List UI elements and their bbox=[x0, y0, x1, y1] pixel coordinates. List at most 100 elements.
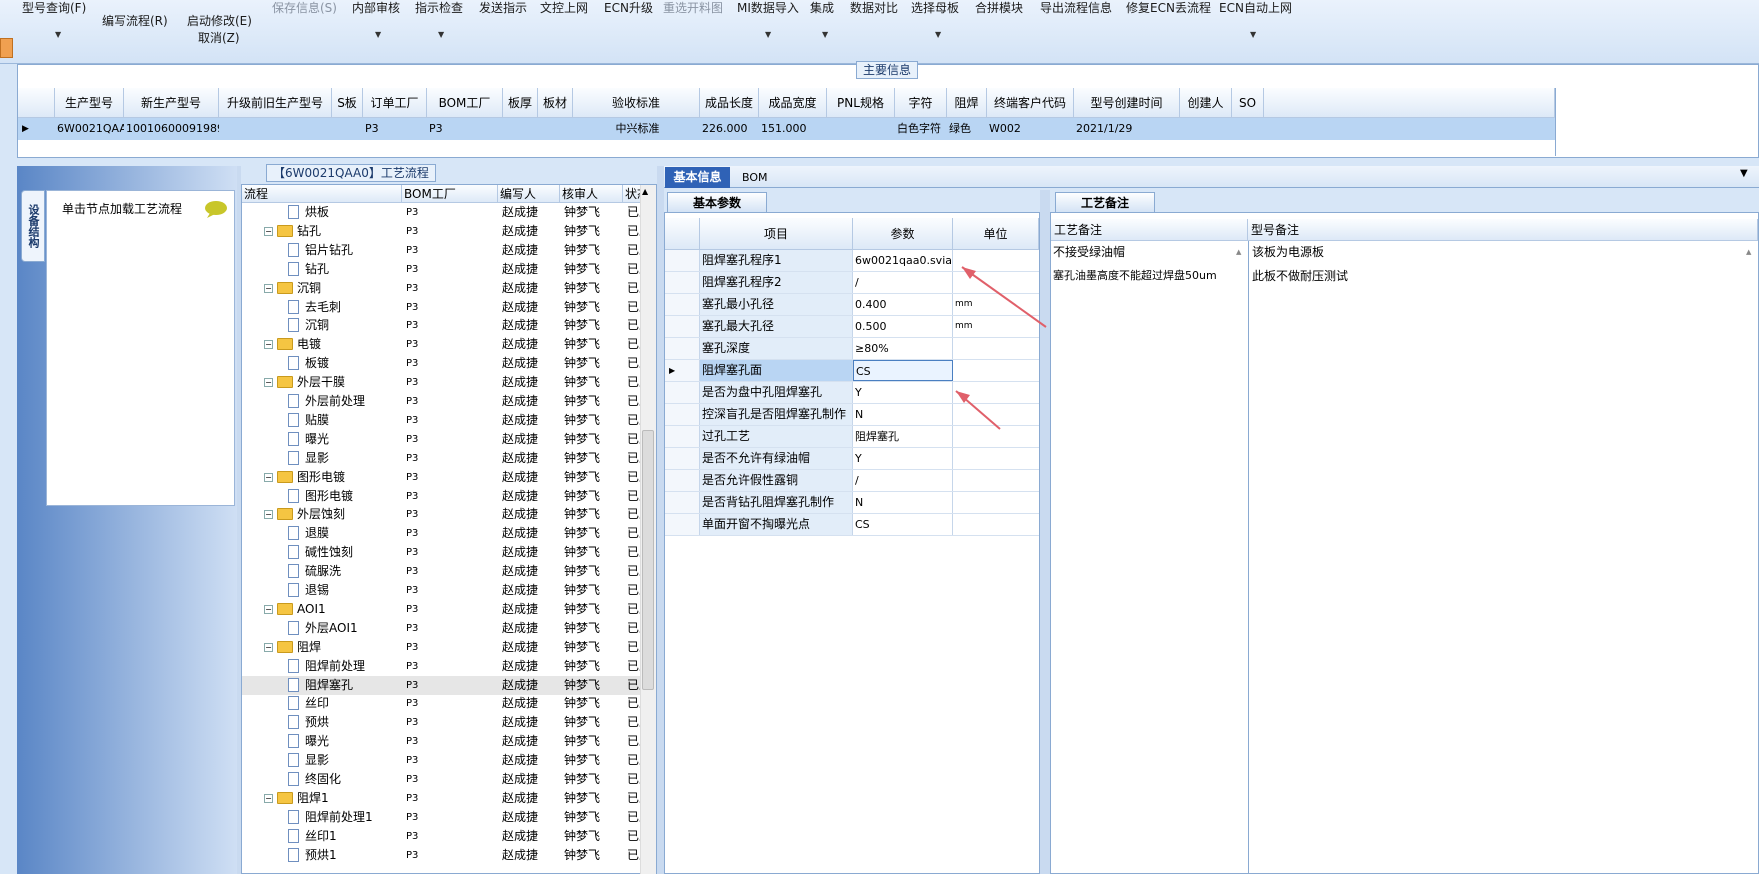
tree-row[interactable]: 丝印P3赵成捷钟梦飞已上网 bbox=[242, 694, 656, 713]
row-selector[interactable] bbox=[665, 316, 700, 337]
tree-row[interactable]: 沉铜P3赵成捷钟梦飞已上网 bbox=[242, 316, 656, 335]
dropdown-arrow-icon[interactable]: ▼ bbox=[765, 30, 771, 39]
tree-row[interactable]: −钻孔P3赵成捷钟梦飞已上网 bbox=[242, 222, 656, 241]
toolbar-button[interactable]: 取消(Z) bbox=[198, 30, 240, 46]
collapse-icon[interactable]: − bbox=[264, 283, 273, 293]
param-row[interactable]: 单面开窗不掏曝光点 CS bbox=[665, 514, 1039, 536]
param-row[interactable]: 是否背钻孔阻焊塞孔制作 N bbox=[665, 492, 1039, 514]
toolbar-button[interactable]: 型号查询(F) bbox=[22, 0, 86, 16]
column-header[interactable]: 板材 bbox=[538, 88, 573, 118]
toolbar-button[interactable]: 编写流程(R) bbox=[102, 13, 168, 29]
tree-row[interactable]: 显影P3赵成捷钟梦飞已上网 bbox=[242, 751, 656, 770]
tree-row[interactable]: 贴膜P3赵成捷钟梦飞已上网 bbox=[242, 411, 656, 430]
tree-row[interactable]: 铝片钻孔P3赵成捷钟梦飞已上网 bbox=[242, 241, 656, 260]
collapse-icon[interactable]: − bbox=[264, 604, 273, 614]
equipment-structure-tab[interactable]: 设备结构 bbox=[21, 190, 45, 262]
cell[interactable]: 10010600091989 bbox=[126, 118, 219, 140]
tree-row[interactable]: −外层蚀刻P3赵成捷钟梦飞已上网 bbox=[242, 505, 656, 524]
cell[interactable]: W002 bbox=[989, 118, 1074, 140]
collapse-icon[interactable]: − bbox=[264, 340, 273, 350]
model-note[interactable]: 该板为电源板 bbox=[1252, 243, 1324, 260]
tree-row[interactable]: 钻孔P3赵成捷钟梦飞已上网 bbox=[242, 260, 656, 279]
cell[interactable] bbox=[505, 118, 538, 140]
param-param[interactable]: CS bbox=[853, 514, 953, 535]
column-header[interactable]: 订单工厂 bbox=[363, 88, 427, 118]
cell[interactable]: 白色字符 bbox=[897, 118, 947, 140]
toolbar-button[interactable]: ECN升级 bbox=[604, 0, 653, 16]
tree-column-header[interactable]: 编写人 bbox=[498, 185, 560, 203]
row-selector[interactable] bbox=[665, 492, 700, 513]
column-header[interactable]: S板 bbox=[332, 88, 363, 118]
params-column-header[interactable]: 项目 bbox=[700, 218, 853, 250]
column-header[interactable]: 板厚 bbox=[503, 88, 538, 118]
cell[interactable]: 226.000 bbox=[702, 118, 759, 140]
tree-column-header[interactable]: BOM工厂 bbox=[402, 185, 498, 203]
cell[interactable] bbox=[829, 118, 895, 140]
toolbar-button[interactable]: 导出流程信息 bbox=[1040, 0, 1112, 16]
cell[interactable] bbox=[334, 118, 363, 140]
collapse-icon[interactable]: − bbox=[264, 378, 273, 388]
toolbar-button[interactable]: 保存信息(S) bbox=[272, 0, 337, 16]
tree-column-header[interactable]: 核审人 bbox=[560, 185, 623, 203]
tree-row[interactable]: 板镀P3赵成捷钟梦飞已上网 bbox=[242, 354, 656, 373]
node-hint-panel[interactable] bbox=[46, 190, 235, 506]
param-param[interactable]: 0.400 bbox=[853, 294, 953, 315]
cell[interactable]: P3 bbox=[365, 118, 427, 140]
row-selector[interactable] bbox=[665, 470, 700, 491]
tree-row[interactable]: 碱性蚀刻P3赵成捷钟梦飞已上网 bbox=[242, 543, 656, 562]
column-header[interactable]: 型号创建时间 bbox=[1074, 88, 1180, 118]
left-splitter[interactable] bbox=[237, 166, 241, 874]
column-header[interactable]: 创建人 bbox=[1180, 88, 1232, 118]
center-splitter[interactable] bbox=[657, 166, 664, 874]
scroll-up-icon[interactable]: ▲ bbox=[1746, 248, 1751, 256]
tree-row[interactable]: 终固化P3赵成捷钟梦飞已上网 bbox=[242, 770, 656, 789]
toolbar-button[interactable]: 内部审核 bbox=[352, 0, 400, 16]
tree-column-header[interactable]: 流程 bbox=[242, 185, 402, 203]
row-selector[interactable] bbox=[665, 294, 700, 315]
cell[interactable]: P3 bbox=[429, 118, 503, 140]
tree-row[interactable]: 阻焊塞孔P3赵成捷钟梦飞已上网 bbox=[242, 675, 656, 695]
tree-row[interactable]: 曝光P3赵成捷钟梦飞已上网 bbox=[242, 732, 656, 751]
dropdown-arrow-icon[interactable]: ▼ bbox=[1740, 168, 1748, 179]
param-param[interactable]: 0.500 bbox=[853, 316, 953, 337]
row-selector[interactable]: ▶ bbox=[665, 360, 700, 381]
tree-row[interactable]: 去毛刺P3赵成捷钟梦飞已上网 bbox=[242, 298, 656, 317]
toolbar-button[interactable]: 发送指示 bbox=[479, 0, 527, 16]
tree-row[interactable]: −阻焊P3赵成捷钟梦飞已上网 bbox=[242, 638, 656, 657]
tree-row[interactable]: 硫脲洗P3赵成捷钟梦飞已上网 bbox=[242, 562, 656, 581]
column-header[interactable]: 验收标准 bbox=[573, 88, 700, 118]
collapse-icon[interactable]: − bbox=[264, 472, 273, 482]
tab-basic-info[interactable]: 基本信息 bbox=[665, 167, 730, 188]
toolbar-button[interactable]: 合拼模块 bbox=[975, 0, 1023, 16]
toolbar-button[interactable]: 启动修改(E) bbox=[187, 13, 252, 29]
column-header[interactable]: 阻焊 bbox=[947, 88, 987, 118]
toolbar-button[interactable]: 指示检查 bbox=[415, 0, 463, 16]
tree-row[interactable]: 预烘1P3赵成捷钟梦飞已上网 bbox=[242, 846, 656, 865]
tree-row[interactable]: 曝光P3赵成捷钟梦飞已上网 bbox=[242, 430, 656, 449]
tree-row[interactable]: −图形电镀P3赵成捷钟梦飞已上网 bbox=[242, 468, 656, 487]
row-selector[interactable] bbox=[665, 382, 700, 403]
dropdown-arrow-icon[interactable]: ▼ bbox=[55, 30, 61, 39]
tree-row[interactable]: 阻焊前处理1P3赵成捷钟梦飞已上网 bbox=[242, 808, 656, 827]
params-column-header[interactable]: 参数 bbox=[853, 218, 953, 250]
cell[interactable] bbox=[540, 118, 573, 140]
collapse-icon[interactable]: − bbox=[264, 642, 273, 652]
column-header[interactable]: 终端客户代码 bbox=[987, 88, 1074, 118]
scroll-up-icon[interactable]: ▲ bbox=[1236, 248, 1241, 256]
param-param[interactable]: CS bbox=[853, 360, 953, 381]
column-header[interactable]: 新生产型号 bbox=[124, 88, 219, 118]
tree-row[interactable]: 丝印1P3赵成捷钟梦飞已上网 bbox=[242, 827, 656, 846]
column-header[interactable]: BOM工厂 bbox=[427, 88, 503, 118]
toolbar-button[interactable]: 数据对比 bbox=[850, 0, 898, 16]
scroll-up-icon[interactable]: ▲ bbox=[642, 187, 648, 196]
toolbar-button[interactable]: 文控上网 bbox=[540, 0, 588, 16]
column-header[interactable]: 成品宽度 bbox=[759, 88, 827, 118]
tree-row[interactable]: 阻焊前处理P3赵成捷钟梦飞已上网 bbox=[242, 657, 656, 676]
row-selector[interactable] bbox=[665, 426, 700, 447]
param-param[interactable]: / bbox=[853, 272, 953, 293]
params-column-header[interactable]: 单位 bbox=[953, 218, 1039, 250]
column-header[interactable]: 升级前旧生产型号 bbox=[219, 88, 332, 118]
tree-row[interactable]: 烘板P3赵成捷钟梦飞已上网 bbox=[242, 203, 656, 222]
cell[interactable] bbox=[1182, 118, 1232, 140]
tree-row[interactable]: 退锡P3赵成捷钟梦飞已上网 bbox=[242, 581, 656, 600]
